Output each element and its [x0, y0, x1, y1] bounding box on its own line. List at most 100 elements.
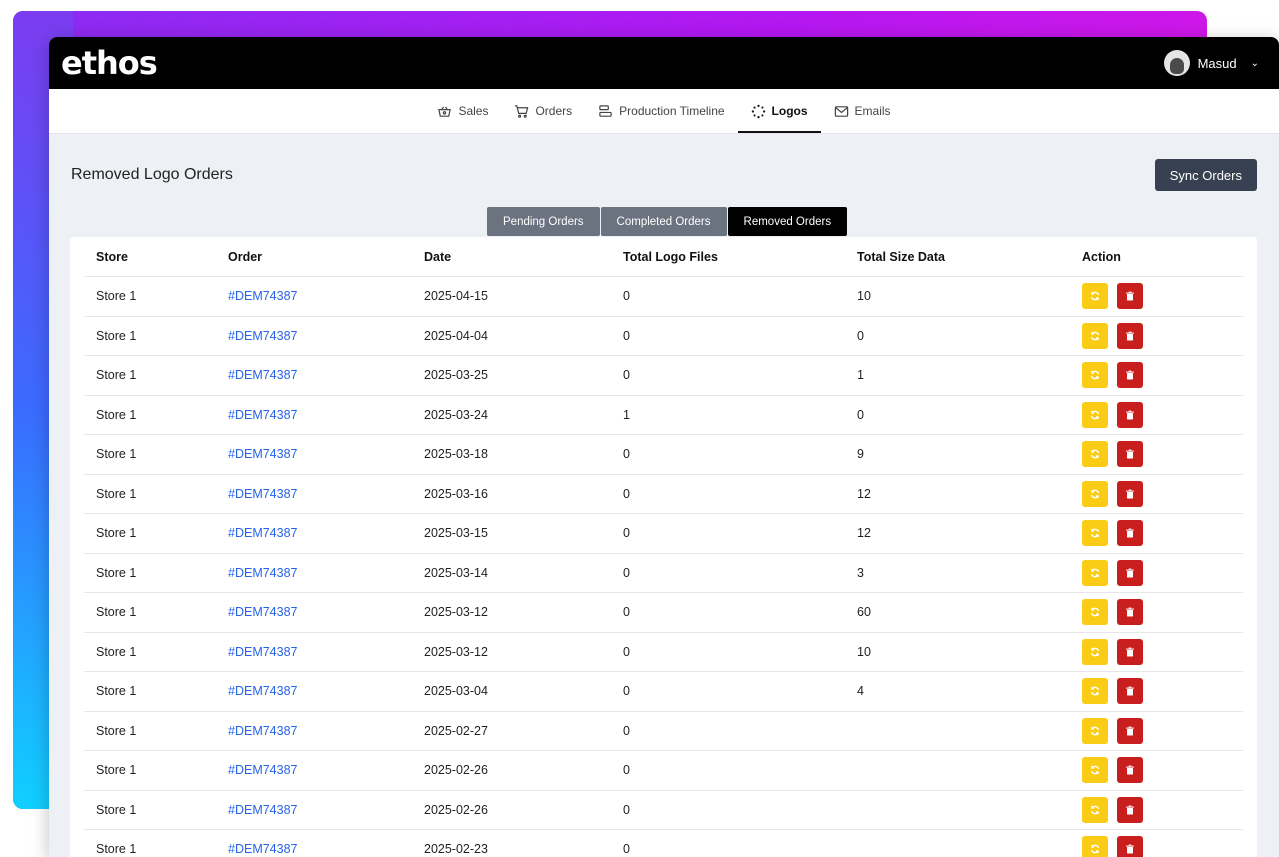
tab-removed-orders[interactable]: Removed Orders — [727, 207, 848, 236]
delete-button[interactable] — [1117, 283, 1143, 310]
order-link[interactable]: #DEM74387 — [228, 408, 298, 422]
size-data-cell — [845, 750, 1070, 791]
user-menu[interactable]: Masud ⌄ — [1163, 50, 1259, 76]
sparkle-icon — [751, 104, 765, 118]
order-link[interactable]: #DEM74387 — [228, 526, 298, 540]
order-cell: #DEM74387 — [216, 513, 412, 554]
store-cell: Store 1 — [84, 434, 216, 475]
size-data-cell: 12 — [845, 474, 1070, 514]
refresh-icon — [1090, 607, 1100, 617]
refresh-icon — [1090, 568, 1100, 578]
restore-button[interactable] — [1082, 401, 1108, 428]
logo-files-cell: 0 — [611, 434, 845, 475]
order-link[interactable]: #DEM74387 — [228, 842, 298, 856]
avatar — [1163, 50, 1190, 76]
delete-button[interactable] — [1117, 757, 1143, 784]
tab-pending-orders[interactable]: Pending Orders — [487, 207, 600, 236]
order-link[interactable]: #DEM74387 — [228, 763, 298, 777]
nav-item-orders[interactable]: Orders — [501, 89, 585, 133]
restore-button[interactable] — [1082, 796, 1108, 823]
order-link[interactable]: #DEM74387 — [228, 329, 298, 343]
action-cell — [1070, 671, 1243, 712]
delete-button[interactable] — [1117, 520, 1143, 547]
date-cell: 2025-03-24 — [412, 395, 611, 435]
logo-files-cell: 0 — [611, 474, 845, 514]
trash-icon — [1126, 844, 1134, 854]
nav-item-emails[interactable]: Emails — [821, 89, 904, 133]
table-row: Store 1 #DEM74387 2025-02-26 0 — [84, 790, 1243, 830]
size-data-cell: 4 — [845, 671, 1070, 712]
size-data-cell — [845, 829, 1070, 857]
order-link[interactable]: #DEM74387 — [228, 645, 298, 659]
column-header-total-logo-files[interactable]: Total Logo Files — [611, 237, 845, 277]
column-header-date[interactable]: Date — [412, 237, 611, 277]
delete-button[interactable] — [1117, 836, 1143, 857]
brand-logo[interactable]: ethos — [61, 44, 158, 82]
sync-orders-button[interactable]: Sync Orders — [1154, 159, 1257, 191]
refresh-icon — [1090, 410, 1100, 420]
restore-button[interactable] — [1082, 757, 1108, 784]
restore-button[interactable] — [1082, 520, 1108, 547]
nav-item-production-timeline[interactable]: Production Timeline — [585, 89, 737, 133]
delete-button[interactable] — [1117, 796, 1143, 823]
restore-button[interactable] — [1082, 322, 1108, 349]
column-header-order[interactable]: Order — [216, 237, 412, 277]
restore-button[interactable] — [1082, 678, 1108, 705]
delete-button[interactable] — [1117, 678, 1143, 705]
date-cell: 2025-03-12 — [412, 632, 611, 672]
delete-button[interactable] — [1117, 638, 1143, 665]
logo-files-cell: 0 — [611, 829, 845, 857]
restore-button[interactable] — [1082, 717, 1108, 744]
order-link[interactable]: #DEM74387 — [228, 605, 298, 619]
restore-button[interactable] — [1082, 836, 1108, 857]
order-link[interactable]: #DEM74387 — [228, 803, 298, 817]
restore-button[interactable] — [1082, 480, 1108, 507]
order-cell: #DEM74387 — [216, 592, 412, 633]
column-header-total-size-data[interactable]: Total Size Data — [845, 237, 1070, 277]
orders-table-card: Store Order Date Total Logo Files Total … — [70, 237, 1257, 857]
order-link[interactable]: #DEM74387 — [228, 289, 298, 303]
action-cell — [1070, 276, 1243, 317]
restore-button[interactable] — [1082, 599, 1108, 626]
order-cell: #DEM74387 — [216, 632, 412, 672]
delete-button[interactable] — [1117, 559, 1143, 586]
nav-item-logos[interactable]: Logos — [737, 89, 821, 133]
order-link[interactable]: #DEM74387 — [228, 724, 298, 738]
action-cell — [1070, 790, 1243, 830]
trash-icon — [1126, 568, 1134, 578]
restore-button[interactable] — [1082, 559, 1108, 586]
order-link[interactable]: #DEM74387 — [228, 684, 298, 698]
order-link[interactable]: #DEM74387 — [228, 487, 298, 501]
tab-completed-orders[interactable]: Completed Orders — [600, 207, 727, 236]
refresh-icon — [1090, 844, 1100, 854]
nav-label: Sales — [458, 104, 489, 118]
table-row: Store 1 #DEM74387 2025-03-12 0 10 — [84, 632, 1243, 672]
restore-button[interactable] — [1082, 638, 1108, 665]
store-cell: Store 1 — [84, 553, 216, 593]
delete-button[interactable] — [1117, 362, 1143, 389]
order-link[interactable]: #DEM74387 — [228, 368, 298, 382]
delete-button[interactable] — [1117, 401, 1143, 428]
delete-button[interactable] — [1117, 599, 1143, 626]
basket-icon — [438, 105, 452, 117]
store-cell: Store 1 — [84, 276, 216, 317]
nav-item-sales[interactable]: Sales — [424, 89, 501, 133]
delete-button[interactable] — [1117, 717, 1143, 744]
order-link[interactable]: #DEM74387 — [228, 566, 298, 580]
store-cell: Store 1 — [84, 474, 216, 514]
restore-button[interactable] — [1082, 362, 1108, 389]
table-row: Store 1 #DEM74387 2025-03-12 0 60 — [84, 592, 1243, 633]
delete-button[interactable] — [1117, 441, 1143, 468]
delete-button[interactable] — [1117, 322, 1143, 349]
date-cell: 2025-03-15 — [412, 513, 611, 554]
column-header-store[interactable]: Store — [84, 237, 216, 277]
restore-button[interactable] — [1082, 283, 1108, 310]
refresh-icon — [1090, 726, 1100, 736]
action-cell — [1070, 829, 1243, 857]
logo-files-cell: 0 — [611, 276, 845, 317]
table-row: Store 1 #DEM74387 2025-04-15 0 10 — [84, 276, 1243, 317]
logo-files-cell: 0 — [611, 513, 845, 554]
delete-button[interactable] — [1117, 480, 1143, 507]
order-link[interactable]: #DEM74387 — [228, 447, 298, 461]
restore-button[interactable] — [1082, 441, 1108, 468]
